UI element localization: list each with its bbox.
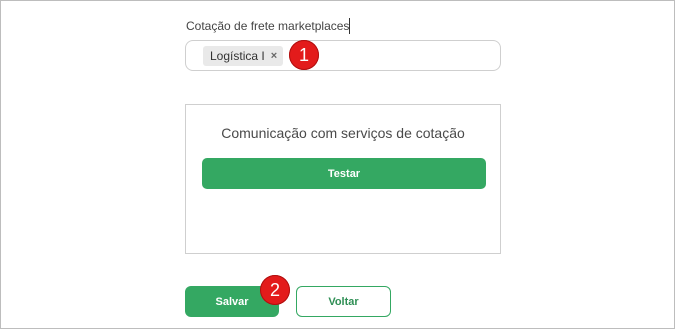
quote-services-title: Comunicação com serviços de cotação [221,125,465,141]
quote-services-card: Comunicação com serviços de cotação Test… [185,104,501,254]
marketplaces-tags-input[interactable]: Logística I × [185,40,501,71]
tag-chip: Logística I × [203,46,284,66]
step-marker-1: 1 [289,40,319,70]
remove-tag-icon[interactable]: × [271,50,277,62]
test-button[interactable]: Testar [202,158,486,189]
settings-panel: Cotação de frete marketplaces Logística … [0,0,675,329]
marketplaces-field-label: Cotação de frete marketplaces [186,19,350,33]
text-cursor [349,18,350,34]
step-marker-2: 2 [260,275,290,305]
back-button[interactable]: Voltar [296,286,391,317]
tag-label: Logística I [210,49,265,63]
